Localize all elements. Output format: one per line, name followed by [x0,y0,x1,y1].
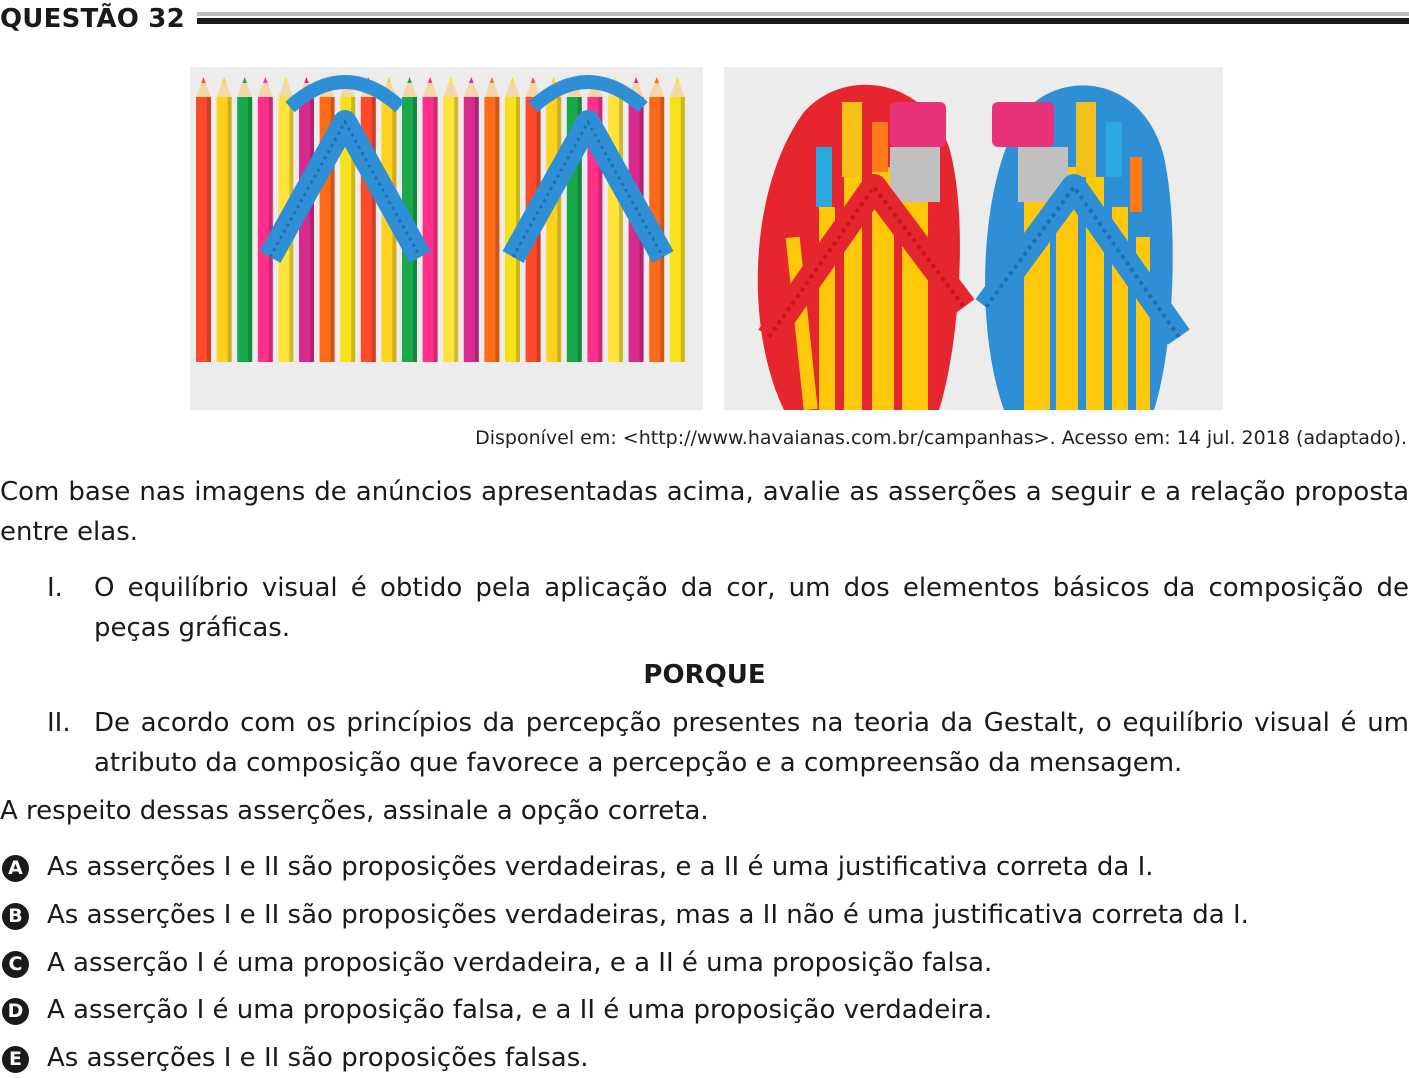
brushes-flipflops-illustration [724,67,1223,410]
question-header: QUESTÃO 32 [0,0,1409,40]
option-text: A asserção I é uma proposição falsa, e a… [47,995,993,1025]
pencils-flipflops-illustration [190,67,703,410]
assertion-text: De acordo com os princípios da percepção… [94,708,1409,778]
option-text: A asserção I é uma proposição verdadeira… [47,948,993,978]
pencil [422,77,438,362]
assertion-2: II. De acordo com os princípios da perce… [0,703,1409,783]
option-text: As asserções I e II são proposições fals… [47,1043,589,1073]
pencil [484,77,500,362]
option-text: As asserções I e II são proposições verd… [47,900,1249,930]
pencil [196,77,211,362]
question-intro: Com base nas imagens de anúncios apresen… [0,477,1409,547]
option-letter-badge: D [2,998,29,1025]
pencil [669,77,685,362]
option-a[interactable]: A As asserções I e II são proposições ve… [0,847,1409,887]
assertion-text: O equilíbrio visual é obtido pela aplica… [94,573,1409,643]
pencil [505,77,520,362]
option-e[interactable]: E As asserções I e II são proposições fa… [0,1038,1409,1078]
header-rule [197,18,1409,24]
question-title: QUESTÃO 32 [0,4,185,34]
pencil [319,77,335,362]
assertion-number: I. [47,573,63,603]
pencil [608,77,623,362]
pencil [257,77,273,362]
assertion-connector: PORQUE [643,660,766,690]
pencil [360,77,376,362]
option-text: As asserções I e II são proposições verd… [47,852,1154,882]
option-c[interactable]: C A asserção I é uma proposição verdadei… [0,943,1409,983]
brushes-flipflops-image [724,67,1223,410]
option-b[interactable]: B As asserções I e II são proposições ve… [0,895,1409,935]
pencil [216,77,232,362]
option-letter-badge: E [2,1046,29,1073]
option-letter-badge: C [2,951,29,978]
pencil [463,77,479,362]
option-d[interactable]: D A asserção I é uma proposição falsa, e… [0,990,1409,1030]
header-rule-grey [197,12,1409,16]
pencil [443,77,459,362]
assertion-number: II. [47,708,71,738]
question-prompt: A respeito dessas asserções, assinale a … [0,796,709,826]
pencil [237,77,253,362]
pencils-flipflops-image [190,67,703,410]
option-letter-badge: A [2,855,29,882]
pencil [546,77,562,362]
assertion-1: I. O equilíbrio visual é obtido pela apl… [0,568,1409,648]
image-source-citation: Disponível em: <http://www.havaianas.com… [475,427,1407,449]
option-letter-badge: B [2,903,29,930]
